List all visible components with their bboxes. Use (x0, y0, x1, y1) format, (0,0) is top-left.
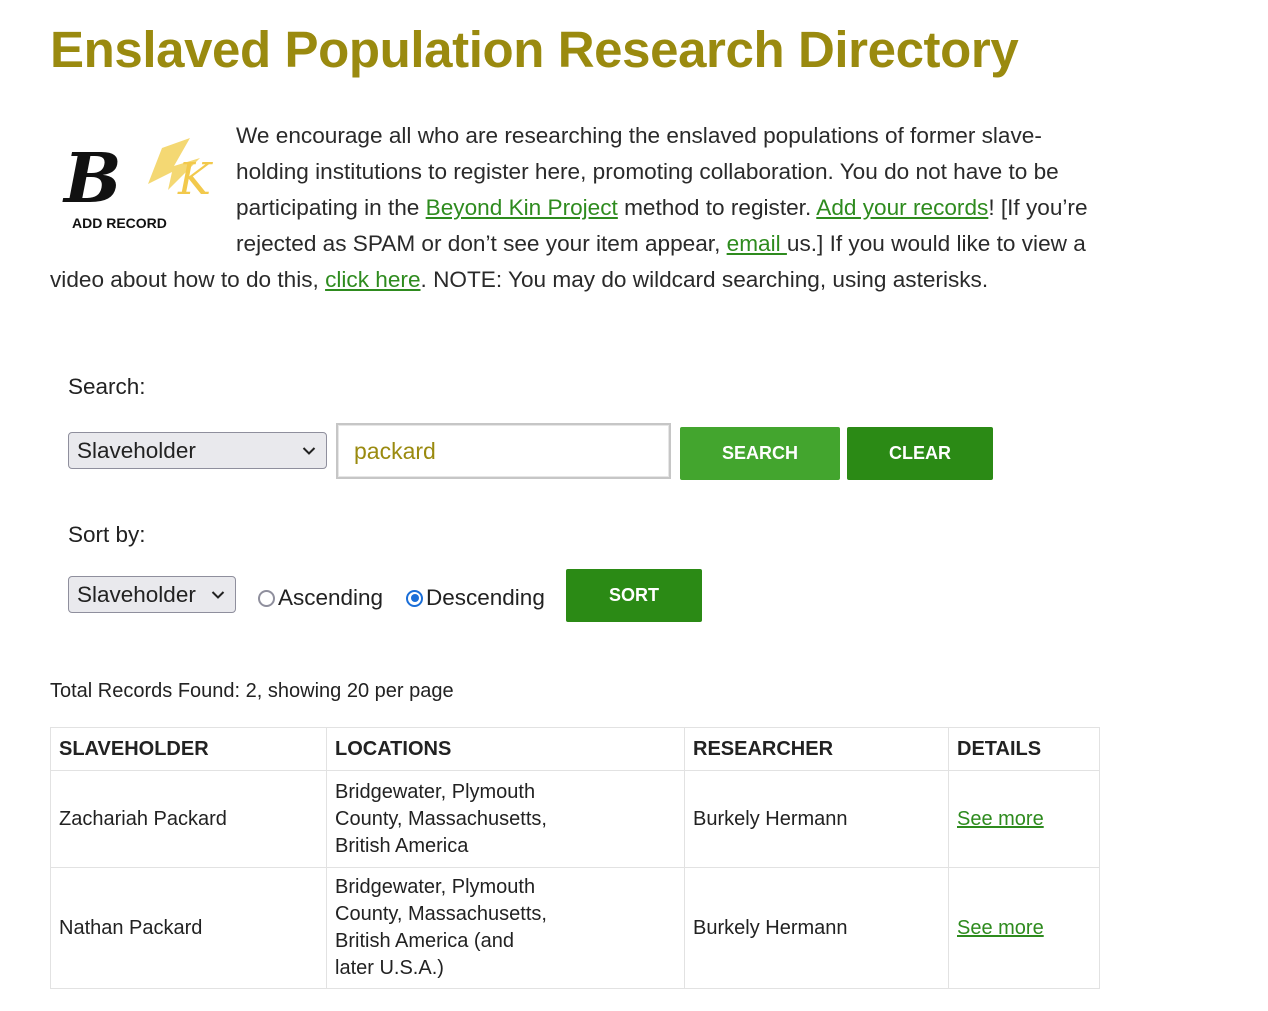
details-cell: See more (948, 867, 1100, 989)
page-title: Enslaved Population Research Directory (50, 21, 1019, 78)
intro-text-5: . NOTE: You may do wildcard searching, u… (420, 267, 989, 292)
descending-label: Descending (426, 585, 545, 610)
sort-field-selected: Slaveholder (77, 581, 196, 607)
search-input-value: packard (354, 437, 436, 464)
location-line: County, Massachusetts, (335, 903, 547, 925)
video-click-here-link[interactable]: click here (325, 267, 420, 292)
location-line: later U.S.A.) (335, 957, 444, 979)
svg-text:K: K (177, 154, 213, 205)
location-line: British America (335, 834, 469, 857)
search-label: Search: (68, 374, 146, 399)
slaveholder-cell: Nathan Packard (50, 867, 327, 989)
table-header-row: SLAVEHOLDER LOCATIONS RESEARCHER DETAILS (50, 727, 1100, 771)
descending-radio[interactable] (406, 589, 423, 607)
see-more-link[interactable]: See more (957, 917, 1044, 939)
clear-button[interactable]: CLEAR (847, 427, 993, 480)
location-line: Bridgewater, Plymouth (335, 876, 536, 898)
researcher-cell: Burkely Hermann (684, 770, 949, 868)
location-line: Bridgewater, Plymouth (335, 780, 536, 803)
sort-descending-option[interactable]: Descending (406, 585, 545, 611)
sort-field-select[interactable]: Slaveholder (68, 576, 236, 613)
search-input[interactable]: packard (336, 423, 671, 479)
results-table: SLAVEHOLDER LOCATIONS RESEARCHER DETAILS… (50, 727, 1100, 989)
details-cell: See more (948, 770, 1100, 868)
slaveholder-cell: Zachariah Packard (50, 770, 327, 868)
locations-cell: Bridgewater, Plymouth County, Massachuse… (326, 770, 685, 868)
chevron-down-icon (211, 590, 225, 599)
add-record-logo[interactable]: K B ADD RECORD (50, 128, 218, 236)
sort-ascending-option[interactable]: Ascending (258, 585, 383, 611)
logo-text: ADD RECORD (72, 215, 167, 231)
column-header-details: DETAILS (948, 727, 1100, 771)
locations-cell: Bridgewater, Plymouth County, Massachuse… (326, 867, 685, 989)
column-header-locations: LOCATIONS (326, 727, 685, 771)
column-header-slaveholder: SLAVEHOLDER (50, 727, 327, 771)
search-field-select[interactable]: Slaveholder (68, 432, 327, 469)
researcher-cell: Burkely Hermann (684, 867, 949, 989)
sort-button[interactable]: SORT (566, 569, 702, 622)
ascending-label: Ascending (278, 585, 384, 610)
beyond-kin-link[interactable]: Beyond Kin Project (426, 195, 618, 220)
add-records-link[interactable]: Add your records (816, 195, 988, 220)
intro-paragraph: K B ADD RECORD We encourage all who are … (50, 118, 1105, 298)
location-line: County, Massachusetts, (335, 807, 547, 830)
table-row: Nathan Packard Bridgewater, Plymouth Cou… (50, 867, 1100, 989)
results-summary: Total Records Found: 2, showing 20 per p… (50, 680, 454, 702)
svg-text:B: B (62, 139, 121, 219)
search-field-selected: Slaveholder (77, 437, 196, 463)
intro-text-2: method to register. (617, 195, 817, 220)
chevron-down-icon (302, 446, 316, 455)
column-header-researcher: RESEARCHER (684, 727, 949, 771)
ascending-radio[interactable] (258, 589, 275, 607)
location-line: British America (and (335, 930, 514, 952)
email-link[interactable]: email (727, 231, 787, 256)
see-more-link[interactable]: See more (957, 808, 1044, 830)
search-button[interactable]: SEARCH (680, 427, 840, 480)
sort-label: Sort by: (68, 522, 146, 547)
table-row: Zachariah Packard Bridgewater, Plymouth … (50, 770, 1100, 868)
